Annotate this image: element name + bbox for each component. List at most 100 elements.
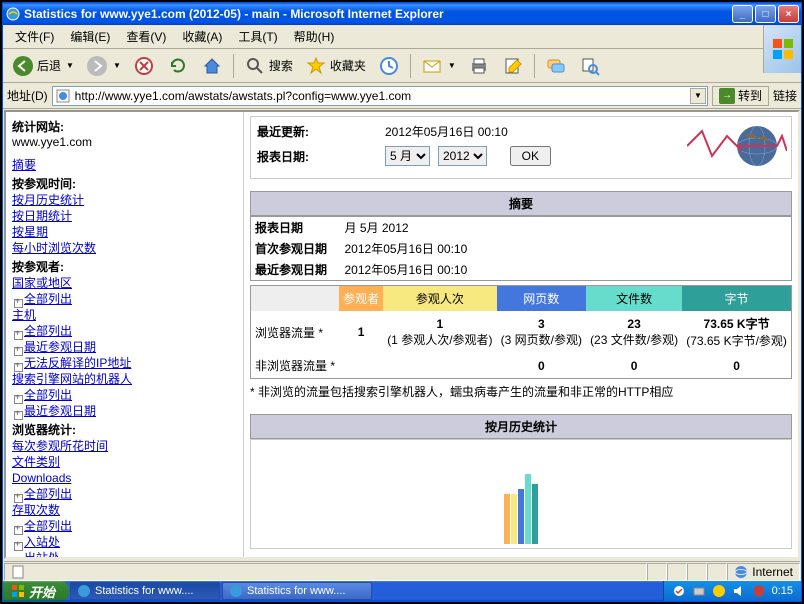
internet-icon [734,565,748,579]
menu-edit[interactable]: 编辑(E) [62,26,118,47]
menu-tools[interactable]: 工具(T) [230,26,285,47]
home-button[interactable] [196,52,228,80]
ie-icon [229,584,243,598]
nav-hosts-all[interactable]: 全部列出 [24,323,237,339]
status-zone: Internet [727,563,800,581]
forward-icon [86,55,108,77]
report-date-label: 报表日期: [257,148,377,165]
menu-view[interactable]: 查看(V) [118,26,174,47]
menu-help[interactable]: 帮助(H) [286,26,343,47]
taskbar: 开始 Statistics for www.... Statistics for… [3,581,801,601]
update-box: 最近更新: 2012年05月16日 00:10 报表日期: 5 月 2012 [250,116,792,179]
chevron-down-icon: ▼ [113,61,121,70]
nav-who-header: 按参观者: [12,258,237,275]
nav-countries-all[interactable]: 全部列出 [24,291,237,307]
menu-favorites[interactable]: 收藏(A) [174,26,230,47]
taskbar-item-1[interactable]: Statistics for www.... [70,582,220,600]
back-icon [12,55,34,77]
taskbar-item-2[interactable]: Statistics for www.... [222,582,372,600]
nav-when-header: 按参观时间: [12,175,237,192]
refresh-button[interactable] [162,52,194,80]
address-dropdown[interactable]: ▼ [690,88,706,104]
ie-icon [5,6,21,22]
site-label: 统计网站: [12,118,237,135]
nav-hourly[interactable]: 每小时浏览次数 [12,240,237,256]
volume-icon [732,584,746,598]
research-button[interactable] [574,52,606,80]
go-button[interactable]: → 转到 [712,86,769,106]
window-titlebar: Statistics for www.yye1.com (2012-05) - … [3,3,801,25]
edit-button[interactable] [497,52,529,80]
nav-exit[interactable]: 出站处 [24,550,237,557]
forward-button[interactable]: ▼ [81,52,126,80]
tray-icon [692,584,706,598]
stats-table: 参观者 参观人次 网页数 文件数 字节 浏览器流量 * 1 1(1 参观人次/参… [250,285,792,379]
nav-robots-all[interactable]: 全部列出 [24,387,237,403]
nav-robots-recent[interactable]: 最近参观日期 [24,403,237,419]
history-button[interactable] [373,52,405,80]
nav-browser-header: 浏览器统计: [12,421,237,438]
search-button[interactable]: 搜索 [239,52,298,80]
table-row: 浏览器流量 * 1 1(1 参观人次/参观者) 3(3 网页数/参观) 23(2… [251,311,792,353]
nav-countries[interactable]: 国家或地区 [12,275,237,291]
print-icon [468,55,490,77]
bar-pages [518,489,524,544]
minimize-button[interactable]: _ [732,5,753,23]
bar-visits [511,494,517,544]
sidebar: 统计网站: www.yye1.com 摘要 按参观时间: 按月历史统计 按日期统… [6,112,244,557]
site-value: www.yye1.com [12,135,237,149]
links-label[interactable]: 链接 [773,87,797,104]
nav-hosts-recent[interactable]: 最近参观日期 [24,339,237,355]
page-favicon [55,88,71,104]
print-button[interactable] [463,52,495,80]
nav-hosts-unresolved[interactable]: 无法反解译的IP地址 [24,355,237,371]
window-title: Statistics for www.yye1.com (2012-05) - … [24,7,732,21]
nav-hits[interactable]: 存取次数 [12,502,237,518]
ok-button[interactable] [510,146,551,166]
year-select[interactable]: 2012 [438,146,487,166]
stop-button[interactable] [128,52,160,80]
status-bar: Internet [4,561,800,581]
toolbar: 后退 ▼ ▼ 搜索 收藏夹 ▼ [3,49,801,83]
month-select[interactable]: 5 月 [385,146,430,166]
status-ready [4,563,647,581]
nav-summary[interactable]: 摘要 [12,157,237,173]
nav-downloads[interactable]: Downloads [12,470,237,486]
shield-icon [752,584,766,598]
last-update-label: 最近更新: [257,123,377,140]
search-icon [244,55,266,77]
edit-icon [502,55,524,77]
table-row: 非浏览器流量 * 0 0 0 [251,353,792,379]
nav-filetype[interactable]: 文件类别 [12,454,237,470]
ie-logo [763,25,801,73]
research-icon [579,55,601,77]
nav-monthly[interactable]: 按月历史统计 [12,192,237,208]
page-icon [11,564,27,580]
nav-robots[interactable]: 搜索引擎网站的机器人 [12,371,237,387]
nav-entry[interactable]: 入站处 [24,534,237,550]
history-chart [250,439,792,549]
nav-hosts[interactable]: 主机 [12,307,237,323]
nav-daily[interactable]: 按日期统计 [12,208,237,224]
last-update-value: 2012年05月16日 00:10 [385,123,508,140]
address-input[interactable] [52,86,708,106]
nav-hits-all[interactable]: 全部列出 [24,518,237,534]
maximize-button[interactable]: □ [755,5,776,23]
nav-duration[interactable]: 每次参观所花时间 [12,438,237,454]
windows-icon [11,584,25,598]
bar-hits [525,474,531,544]
go-icon: → [719,88,735,104]
menubar: 文件(F) 编辑(E) 查看(V) 收藏(A) 工具(T) 帮助(H) [3,25,801,49]
nav-downloads-all[interactable]: 全部列出 [24,486,237,502]
bar-bandwidth [532,484,538,544]
mail-button[interactable]: ▼ [416,52,461,80]
back-button[interactable]: 后退 ▼ [7,52,79,80]
close-button[interactable]: × [778,5,799,23]
favorites-button[interactable]: 收藏夹 [300,52,371,80]
nav-weekday[interactable]: 按星期 [12,224,237,240]
system-tray[interactable]: 0:15 [663,581,801,601]
menu-file[interactable]: 文件(F) [7,26,62,47]
tray-icon [712,584,726,598]
start-button[interactable]: 开始 [3,581,69,601]
discuss-button[interactable] [540,52,572,80]
